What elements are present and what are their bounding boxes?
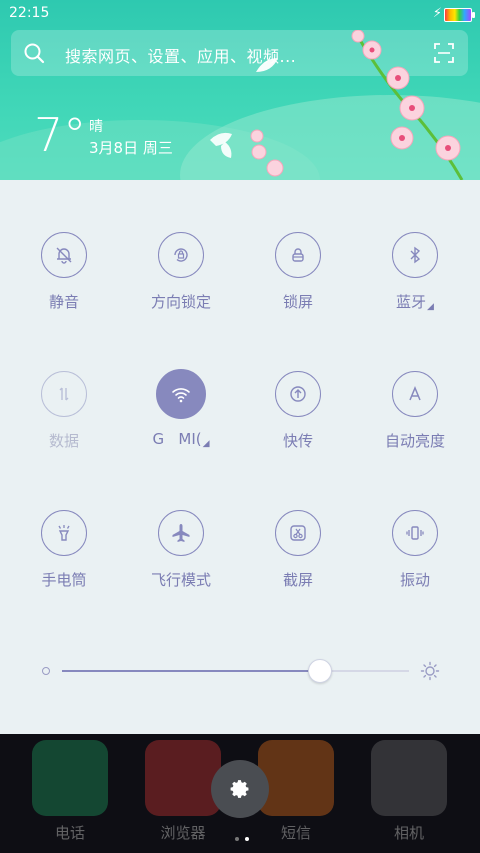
toggle-airplane-mode[interactable]: 飞行模式 [122, 510, 240, 590]
toggle-label: 静音 [48, 293, 79, 311]
brightness-slider[interactable] [0, 659, 480, 700]
toggle-auto-brightness[interactable]: 自动亮度 [356, 371, 474, 451]
camera-app-icon[interactable] [371, 740, 447, 816]
battery-icon [444, 8, 475, 22]
browser-app-icon[interactable] [145, 740, 221, 816]
flashlight-icon [41, 510, 87, 556]
app-label: 短信 [280, 824, 311, 842]
flower-branch-decoration [351, 30, 464, 180]
toggle-label: 飞行模式 [150, 571, 211, 589]
toggle-screenshot[interactable]: 截屏 [239, 510, 357, 590]
status-bar: 22:15 ⚡ [0, 0, 480, 28]
weather-condition: 晴 [89, 119, 103, 135]
toggle-label: 方向锁定 [150, 293, 211, 311]
gear-icon [230, 780, 249, 798]
weather-date: 3月8日 周三 [89, 139, 173, 157]
brightness-low-icon [42, 667, 50, 675]
transfer-icon [275, 371, 321, 417]
airplane-icon [158, 510, 204, 556]
screenshot-icon [275, 510, 321, 556]
quick-settings-panel: 静音 方向锁定 锁屏 蓝牙◢ 数据 G MI(◢ 快传 自动亮度 手电筒 飞行模… [0, 180, 480, 734]
toggle-mobile-data[interactable]: 数据 [5, 371, 123, 451]
temperature[interactable]: 7° [34, 108, 86, 162]
phone-app-icon[interactable] [32, 740, 108, 816]
toggle-vibrate[interactable]: 振动 [356, 510, 474, 590]
page-indicator [232, 826, 252, 845]
butterfly-decoration [256, 58, 278, 72]
brightness-high-icon [420, 661, 440, 681]
lock-icon [275, 232, 321, 278]
toggle-mute[interactable]: 静音 [5, 232, 123, 312]
toggle-label: 振动 [399, 571, 430, 589]
charging-icon: ⚡ [432, 6, 442, 21]
bell-off-icon [41, 232, 87, 278]
toggle-label: 锁屏 [282, 293, 313, 311]
app-label: 相机 [393, 824, 424, 842]
slider-fill [62, 670, 319, 672]
auto-brightness-icon [392, 371, 438, 417]
toggle-label: 数据 [48, 432, 79, 450]
vibrate-icon [392, 510, 438, 556]
page-dot [235, 837, 239, 841]
search-icon [24, 43, 45, 64]
toggle-bluetooth[interactable]: 蓝牙◢ [356, 232, 474, 312]
toggle-label: 手电筒 [41, 571, 87, 589]
toggle-label: G MI(◢ [152, 430, 210, 449]
toggle-label: 蓝牙◢ [396, 293, 434, 312]
expand-triangle-icon: ◢ [427, 302, 434, 312]
app-label: 浏览器 [160, 824, 206, 842]
slider-thumb[interactable] [307, 659, 332, 683]
data-arrows-icon [41, 371, 87, 417]
toggle-label: 自动亮度 [384, 432, 445, 450]
toggle-label: 截屏 [282, 571, 313, 589]
bluetooth-icon [392, 232, 438, 278]
wifi-icon [156, 369, 206, 419]
settings-gear-button[interactable] [211, 760, 269, 818]
status-time: 22:15 [9, 5, 50, 21]
toggle-rotation-lock[interactable]: 方向锁定 [122, 232, 240, 312]
app-label: 电话 [54, 824, 85, 842]
messages-app-icon[interactable] [258, 740, 334, 816]
toggle-quick-transfer[interactable]: 快传 [239, 371, 357, 451]
flower-decoration [210, 129, 284, 177]
expand-triangle-icon: ◢ [202, 439, 210, 449]
toggle-flashlight[interactable]: 手电筒 [5, 510, 123, 590]
page-dot-active [245, 837, 249, 841]
toggle-label: 快传 [282, 432, 313, 450]
weather-header: 22:15 ⚡ 搜索网页、设置、应用、视频... 7° 晴 3月8日 周三 [0, 0, 480, 180]
toggle-wifi[interactable]: G MI(◢ [122, 369, 240, 449]
rotation-lock-icon [158, 232, 204, 278]
toggle-lock-screen[interactable]: 锁屏 [239, 232, 357, 312]
